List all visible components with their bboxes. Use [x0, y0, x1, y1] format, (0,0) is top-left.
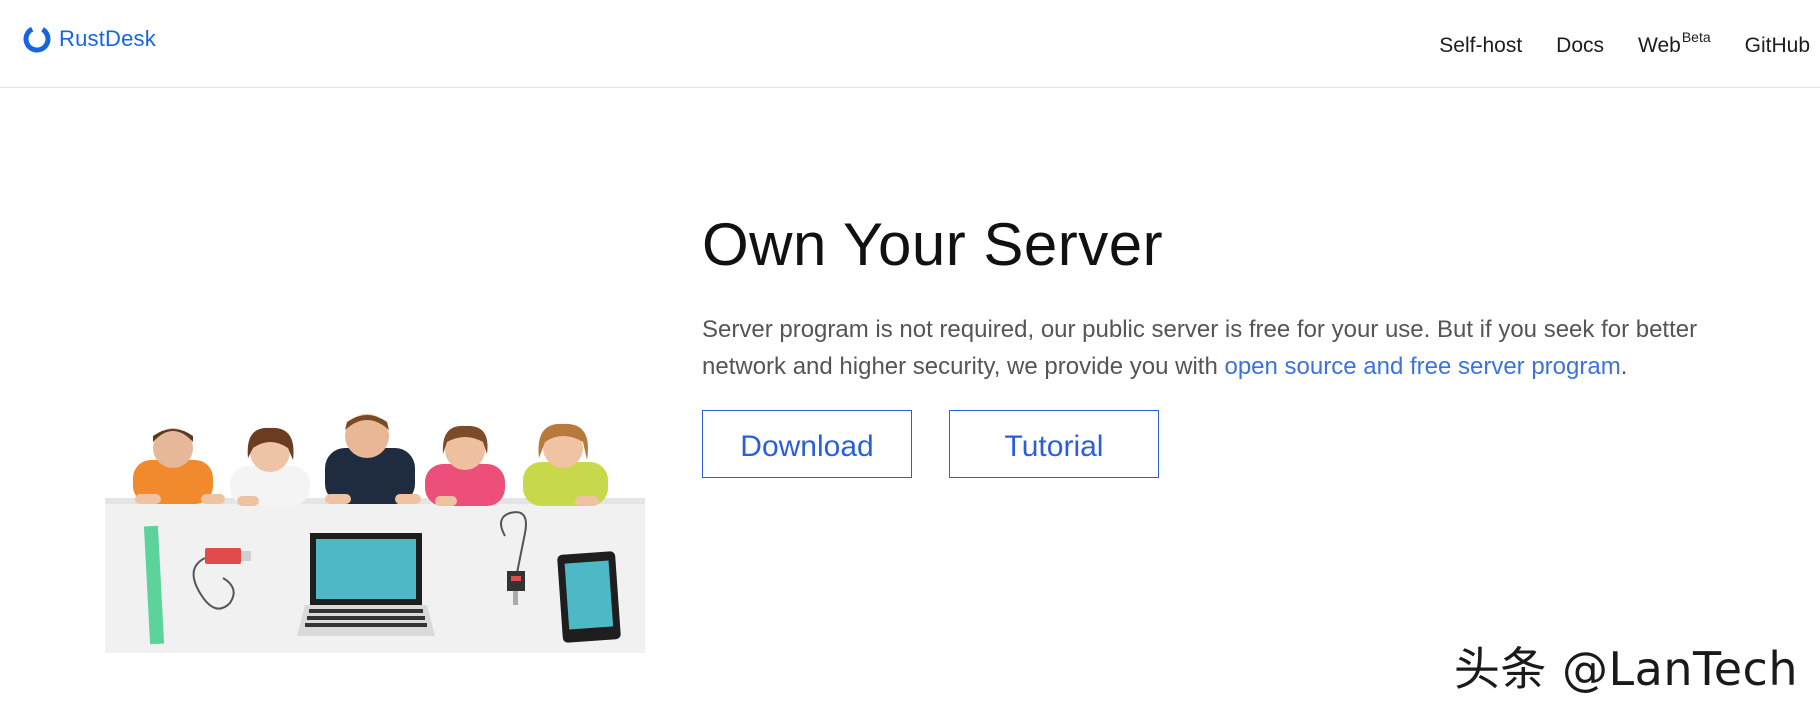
tablet-image: [557, 551, 621, 643]
nav-item-web-label: Web: [1638, 34, 1681, 57]
nav-item-docs[interactable]: Docs: [1556, 34, 1604, 58]
server-program-link[interactable]: open source and free server program: [1224, 353, 1620, 380]
hero-description-end: .: [1620, 353, 1628, 380]
nav-item-github[interactable]: GitHub: [1745, 34, 1810, 58]
watermark-text: 头条 @LanTech: [1453, 642, 1798, 696]
hero-title: Own Your Server: [702, 211, 1164, 278]
brand-name: RustDesk: [59, 26, 156, 51]
nav-item-self-host[interactable]: Self-host: [1439, 34, 1522, 58]
laptop-image: [297, 533, 435, 636]
brand-home-link[interactable]: RustDesk: [22, 24, 156, 54]
main-nav: Self-host Docs WebBeta GitHub: [1439, 29, 1810, 58]
tutorial-button[interactable]: Tutorial: [949, 410, 1159, 478]
hero-description: Server program is not required, our publ…: [702, 311, 1762, 385]
download-button[interactable]: Download: [702, 410, 912, 478]
rustdesk-logo-icon: [23, 25, 51, 53]
hero-section: Own Your Server Server program is not re…: [702, 205, 1792, 478]
hero-buttons: Download Tutorial: [702, 410, 1792, 478]
people-group-image: [133, 414, 608, 506]
nav-item-web[interactable]: WebBeta: [1638, 29, 1711, 58]
top-navbar: RustDesk Self-host Docs WebBeta GitHub: [0, 0, 1820, 88]
hero-illustration: [105, 414, 645, 653]
beta-badge: Beta: [1681, 29, 1711, 45]
